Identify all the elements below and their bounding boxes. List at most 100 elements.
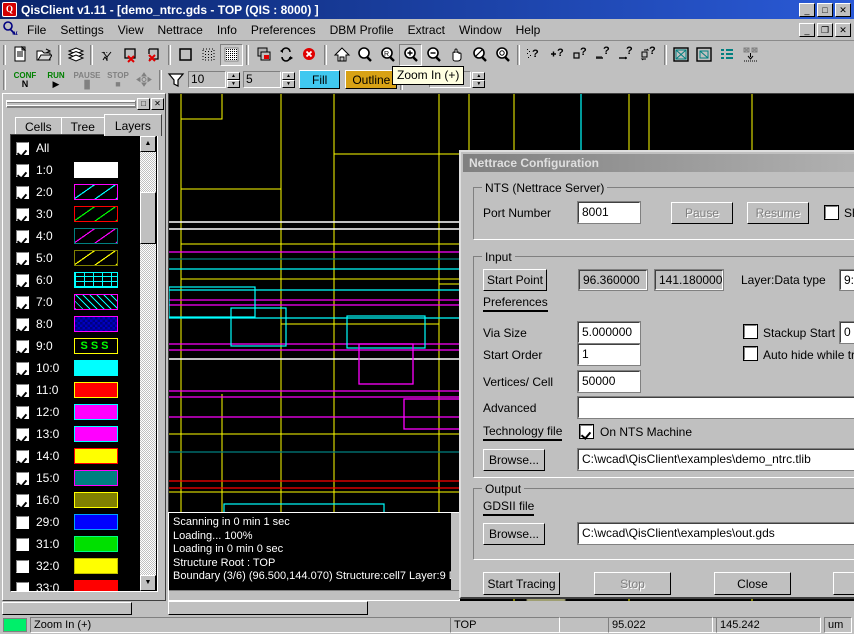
hierarchy-icon[interactable]: ․․․ (96, 43, 119, 66)
layer-row[interactable]: 12:0 (11, 401, 139, 423)
layer-visibility-checkbox[interactable] (15, 470, 30, 486)
layer-visibility-checkbox[interactable] (15, 316, 30, 332)
qis-sys-icon[interactable]: \u2095 (0, 20, 31, 39)
tech-file-input[interactable]: C:\wcad\QisClient\examples\demo_ntrc.tli… (577, 448, 854, 471)
panel-grip[interactable] (6, 100, 136, 108)
layers-scroll-up[interactable]: ▲ (140, 136, 156, 152)
canvas-hscroll-thumb[interactable] (168, 601, 368, 615)
dotted-fill-icon[interactable] (197, 43, 220, 66)
stop-trace-button[interactable]: STOP ■ (103, 71, 133, 89)
layer-row[interactable]: 5:0 (11, 247, 139, 269)
level-input[interactable]: 5 (243, 71, 281, 88)
layer-color-swatch[interactable] (74, 316, 118, 332)
layer-row[interactable]: 33:0 (11, 577, 139, 591)
level-spin-down[interactable]: ▼ (282, 79, 295, 88)
layers-scroll-down[interactable]: ▼ (140, 575, 156, 591)
dense-fill-icon[interactable] (220, 43, 243, 66)
layer-row[interactable]: 3:0 (11, 203, 139, 225)
outline-button[interactable]: Outline (345, 70, 398, 89)
pause-button[interactable]: Pause (671, 202, 733, 224)
layer-color-swatch[interactable] (74, 448, 118, 464)
layer-row[interactable]: 16:0 (11, 489, 139, 511)
close-button[interactable]: Close (714, 572, 791, 595)
pause-button[interactable]: PAUSE ▐▌ (71, 71, 103, 89)
extra-button[interactable] (833, 572, 854, 595)
layer-row[interactable]: 4:0 (11, 225, 139, 247)
layer-row[interactable]: 10:0 (11, 357, 139, 379)
layer-visibility-checkbox[interactable] (15, 448, 30, 464)
layer-row[interactable]: 9:0 SSS (11, 335, 139, 357)
close-button[interactable]: ✕ (835, 2, 851, 17)
layer-color-swatch[interactable] (74, 404, 118, 420)
tech-browse-button[interactable]: Browse... (483, 449, 545, 471)
menu-view[interactable]: View (111, 21, 151, 39)
layer-row[interactable]: 31:0 (11, 533, 139, 555)
layer-color-swatch[interactable] (74, 228, 118, 244)
tab-layers[interactable]: Layers (103, 114, 162, 136)
log-scrollbar[interactable] (451, 513, 459, 600)
layer-row[interactable]: 11:0 (11, 379, 139, 401)
layer-row[interactable]: 1:0 (11, 159, 139, 181)
child-close-button[interactable]: ✕ (835, 22, 851, 37)
gdsii-file-input[interactable]: C:\wcad\QisClient\examples\out.gds (577, 522, 854, 545)
layer-visibility-checkbox[interactable] (15, 580, 30, 591)
compare-icon[interactable] (739, 43, 762, 66)
menu-dbm-profile[interactable]: DBM Profile (323, 21, 401, 39)
window-box-icon[interactable] (693, 43, 716, 66)
layer-visibility-checkbox[interactable] (15, 338, 30, 354)
show-checkbox[interactable] (824, 205, 839, 220)
layer-row[interactable]: All (11, 137, 139, 159)
layer-visibility-checkbox[interactable] (15, 426, 30, 442)
layer-row[interactable]: 29:0 (11, 511, 139, 533)
auto-hide-checkbox[interactable] (743, 346, 758, 361)
copy-layer-icon[interactable] (252, 43, 275, 66)
layer-color-swatch[interactable] (74, 272, 118, 288)
menu-settings[interactable]: Settings (53, 21, 110, 39)
level-spin-up[interactable]: ▲ (282, 71, 295, 80)
zoom-icon[interactable] (353, 43, 376, 66)
layer-row[interactable]: 14:0 (11, 445, 139, 467)
log-window[interactable]: Scanning in 0 min 1 sec Loading... 100% … (168, 512, 460, 601)
layer-visibility-checkbox[interactable] (15, 558, 30, 574)
start-point-button[interactable]: Start Point (483, 269, 547, 291)
vertices-per-cell-input[interactable]: 50000 (577, 370, 641, 393)
port-number-input[interactable]: 8001 (577, 201, 641, 224)
menu-preferences[interactable]: Preferences (244, 21, 323, 39)
layer-visibility-checkbox[interactable] (15, 514, 30, 530)
gdsii-browse-button[interactable]: Browse... (483, 523, 545, 545)
on-nts-machine-checkbox[interactable] (579, 424, 594, 439)
layer-color-swatch[interactable] (74, 426, 118, 442)
log-hscrollbar[interactable] (169, 590, 459, 600)
conf-button[interactable]: CONF N (9, 71, 41, 89)
depth-spin-down[interactable]: ▼ (227, 79, 240, 88)
zoom-previous-icon[interactable]: R (376, 43, 399, 66)
filter-icon[interactable] (165, 68, 188, 91)
depth-spin-up[interactable]: ▲ (227, 71, 240, 80)
menu-nettrace[interactable]: Nettrace (151, 21, 210, 39)
layer-color-swatch[interactable] (74, 580, 118, 591)
net-spin-down[interactable]: ▼ (472, 79, 486, 88)
layer-visibility-checkbox[interactable] (15, 294, 30, 310)
layer-color-swatch[interactable] (74, 382, 118, 398)
run-button[interactable]: RUN ▶ (41, 71, 71, 89)
child-minimize-button[interactable]: _ (799, 22, 815, 37)
via-size-input[interactable]: 5.000000 (577, 321, 641, 344)
layer-visibility-checkbox[interactable] (15, 382, 30, 398)
layer-visibility-checkbox[interactable] (15, 272, 30, 288)
delete-cell-icon[interactable] (119, 43, 142, 66)
start-order-input[interactable]: 1 (577, 343, 641, 366)
level-spinner[interactable]: ▲ ▼ (282, 71, 295, 88)
canvas-hscrollbar[interactable] (168, 601, 854, 616)
menu-file[interactable]: File (20, 21, 53, 39)
child-restore-button[interactable]: ❐ (817, 22, 833, 37)
layer-color-swatch[interactable]: SSS (74, 338, 118, 354)
panel-restore-button[interactable]: □ (137, 98, 150, 110)
advanced-input[interactable] (577, 396, 854, 419)
layer-color-swatch[interactable] (74, 470, 118, 486)
home-zoom-icon[interactable] (330, 43, 353, 66)
delete-ref-icon[interactable] (142, 43, 165, 66)
query-distance-icon[interactable]: ? (615, 43, 638, 66)
measure-icon[interactable]: ? (592, 43, 615, 66)
query-net-icon[interactable]: ? (638, 43, 661, 66)
stop-icon[interactable] (298, 43, 321, 66)
